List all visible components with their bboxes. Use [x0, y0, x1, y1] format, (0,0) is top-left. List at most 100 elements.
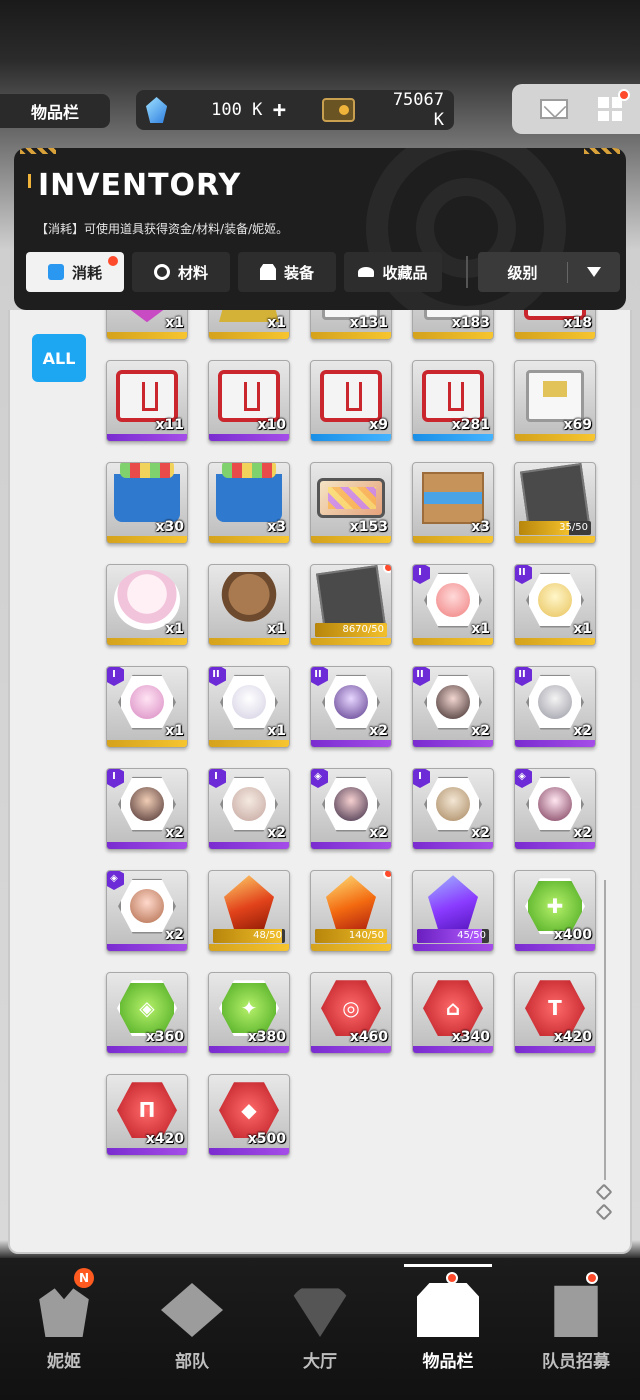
purple-crystal-icon: [428, 875, 478, 938]
add-gems-button[interactable]: +: [273, 98, 286, 123]
nav-label: 部队: [175, 1352, 209, 1372]
item-count: x183: [451, 315, 490, 331]
nav-lobby[interactable]: 大厅: [256, 1258, 384, 1400]
inventory-item[interactable]: II x1: [208, 666, 290, 748]
tab-collection[interactable]: 收藏品: [344, 252, 442, 292]
item-count: x2: [471, 825, 490, 841]
rarity-bar: [413, 332, 493, 339]
item-count: x1: [471, 621, 490, 637]
rarity-bar: [413, 944, 493, 951]
inventory-item[interactable]: Ix1: [412, 564, 494, 646]
scroll-down-icon[interactable]: [595, 1203, 613, 1221]
inventory-item[interactable]: 48/50: [208, 870, 290, 952]
inventory-item[interactable]: II x1: [514, 564, 596, 646]
item-count: x500: [247, 1131, 286, 1147]
inventory-item[interactable]: ✦ x380: [208, 972, 290, 1054]
sort-dropdown[interactable]: 级别: [478, 252, 620, 292]
tab-consumable[interactable]: 消耗: [26, 252, 124, 292]
blue-basket-icon: [114, 463, 180, 523]
inventory-item[interactable]: II x2: [412, 666, 494, 748]
nav-recruit[interactable]: 队员招募: [512, 1258, 640, 1400]
mail-icon[interactable]: [540, 99, 568, 119]
nav-squad[interactable]: 部队: [128, 1258, 256, 1400]
inventory-item[interactable]: ◈ x2: [310, 768, 392, 850]
inventory-item[interactable]: x1: [106, 564, 188, 646]
rarity-bar: [107, 536, 187, 543]
inventory-item[interactable]: Ix2: [106, 768, 188, 850]
consumable-icon: [47, 264, 64, 280]
inventory-item[interactable]: x69: [514, 360, 596, 442]
inventory-item[interactable]: x30: [106, 462, 188, 544]
inventory-item[interactable]: II x2: [514, 666, 596, 748]
scrollbar[interactable]: [604, 880, 606, 1180]
progress-text: 8670/50: [342, 624, 384, 635]
nav-nikke[interactable]: N 妮姬: [0, 1258, 128, 1400]
inventory-item[interactable]: ◆ x500: [208, 1074, 290, 1156]
inventory-item[interactable]: 140/50: [310, 870, 392, 952]
rarity-bar: [515, 740, 595, 747]
inventory-item[interactable]: ◈ x2: [106, 870, 188, 952]
inventory-item[interactable]: x153: [310, 462, 392, 544]
inventory-item[interactable]: Πx420: [106, 1074, 188, 1156]
notification-dot: [383, 871, 391, 879]
inventory-item[interactable]: II x2: [310, 666, 392, 748]
notification-dot: [446, 1272, 458, 1284]
inventory-item[interactable]: 35/50: [514, 462, 596, 544]
inventory-item[interactable]: x1: [106, 310, 188, 340]
inventory-item[interactable]: x1: [208, 564, 290, 646]
lobby-icon: [289, 1288, 351, 1337]
notification-dot: [586, 1272, 598, 1284]
green-module-icon: ✚: [525, 878, 585, 935]
item-count: x153: [349, 519, 388, 535]
tab-label: 收藏品: [382, 263, 428, 282]
menu-grid-icon[interactable]: [598, 89, 630, 121]
cardboard-box-icon: [422, 472, 484, 525]
tab-equipment[interactable]: 装备: [238, 252, 336, 292]
rarity-bar: [107, 332, 187, 339]
item-progress: 140/50: [315, 929, 387, 943]
inventory-item[interactable]: Ix1: [106, 666, 188, 748]
green-module-2-icon: ◈: [117, 980, 177, 1037]
blue-basket-2-icon: [216, 463, 282, 523]
inventory-item[interactable]: Tx420: [514, 972, 596, 1054]
squad-icon: [161, 1283, 223, 1337]
inventory-item[interactable]: x11: [106, 360, 188, 442]
filter-all-button[interactable]: ALL: [32, 334, 86, 382]
inventory-item[interactable]: 8670/50: [310, 564, 392, 646]
tab-material[interactable]: 材料: [132, 252, 230, 292]
white-supply-box-icon: [526, 370, 584, 423]
inventory-item[interactable]: ◈ x360: [106, 972, 188, 1054]
class-badge: I: [413, 769, 430, 788]
nav-inventory[interactable]: 物品栏: [384, 1258, 512, 1400]
item-count: x1: [165, 621, 184, 637]
rarity-bar: [413, 536, 493, 543]
rarity-bar: [107, 944, 187, 951]
inventory-item[interactable]: 45/50: [412, 870, 494, 952]
rarity-bar: [515, 944, 595, 951]
inventory-item[interactable]: x3: [208, 462, 290, 544]
item-count: x1: [267, 723, 286, 739]
inventory-item[interactable]: ✚ x400: [514, 870, 596, 952]
inventory-item[interactable]: x18: [514, 310, 596, 340]
inventory-item[interactable]: x10: [208, 360, 290, 442]
inventory-item[interactable]: ⌂ x340: [412, 972, 494, 1054]
inventory-item[interactable]: x281: [412, 360, 494, 442]
red-module-4-icon: Π: [117, 1082, 177, 1139]
scroll-up-icon[interactable]: [595, 1183, 613, 1201]
inventory-item[interactable]: x131: [310, 310, 392, 340]
item-progress: 35/50: [519, 521, 591, 535]
red-box-2-icon: [116, 370, 178, 423]
inventory-item[interactable]: x1: [208, 310, 290, 340]
inventory-item[interactable]: ◎ x460: [310, 972, 392, 1054]
nav-label: 物品栏: [422, 1352, 474, 1372]
rarity-bar: [209, 740, 289, 747]
inventory-item[interactable]: ◈ x2: [514, 768, 596, 850]
nav-label: 大厅: [303, 1352, 337, 1372]
inventory-item[interactable]: x3: [412, 462, 494, 544]
inventory-item[interactable]: Ix2: [208, 768, 290, 850]
nav-label: 队员招募: [542, 1352, 610, 1372]
progress-text: 45/50: [457, 930, 486, 941]
inventory-item[interactable]: x9: [310, 360, 392, 442]
inventory-item[interactable]: Ix2: [412, 768, 494, 850]
inventory-item[interactable]: x183: [412, 310, 494, 340]
